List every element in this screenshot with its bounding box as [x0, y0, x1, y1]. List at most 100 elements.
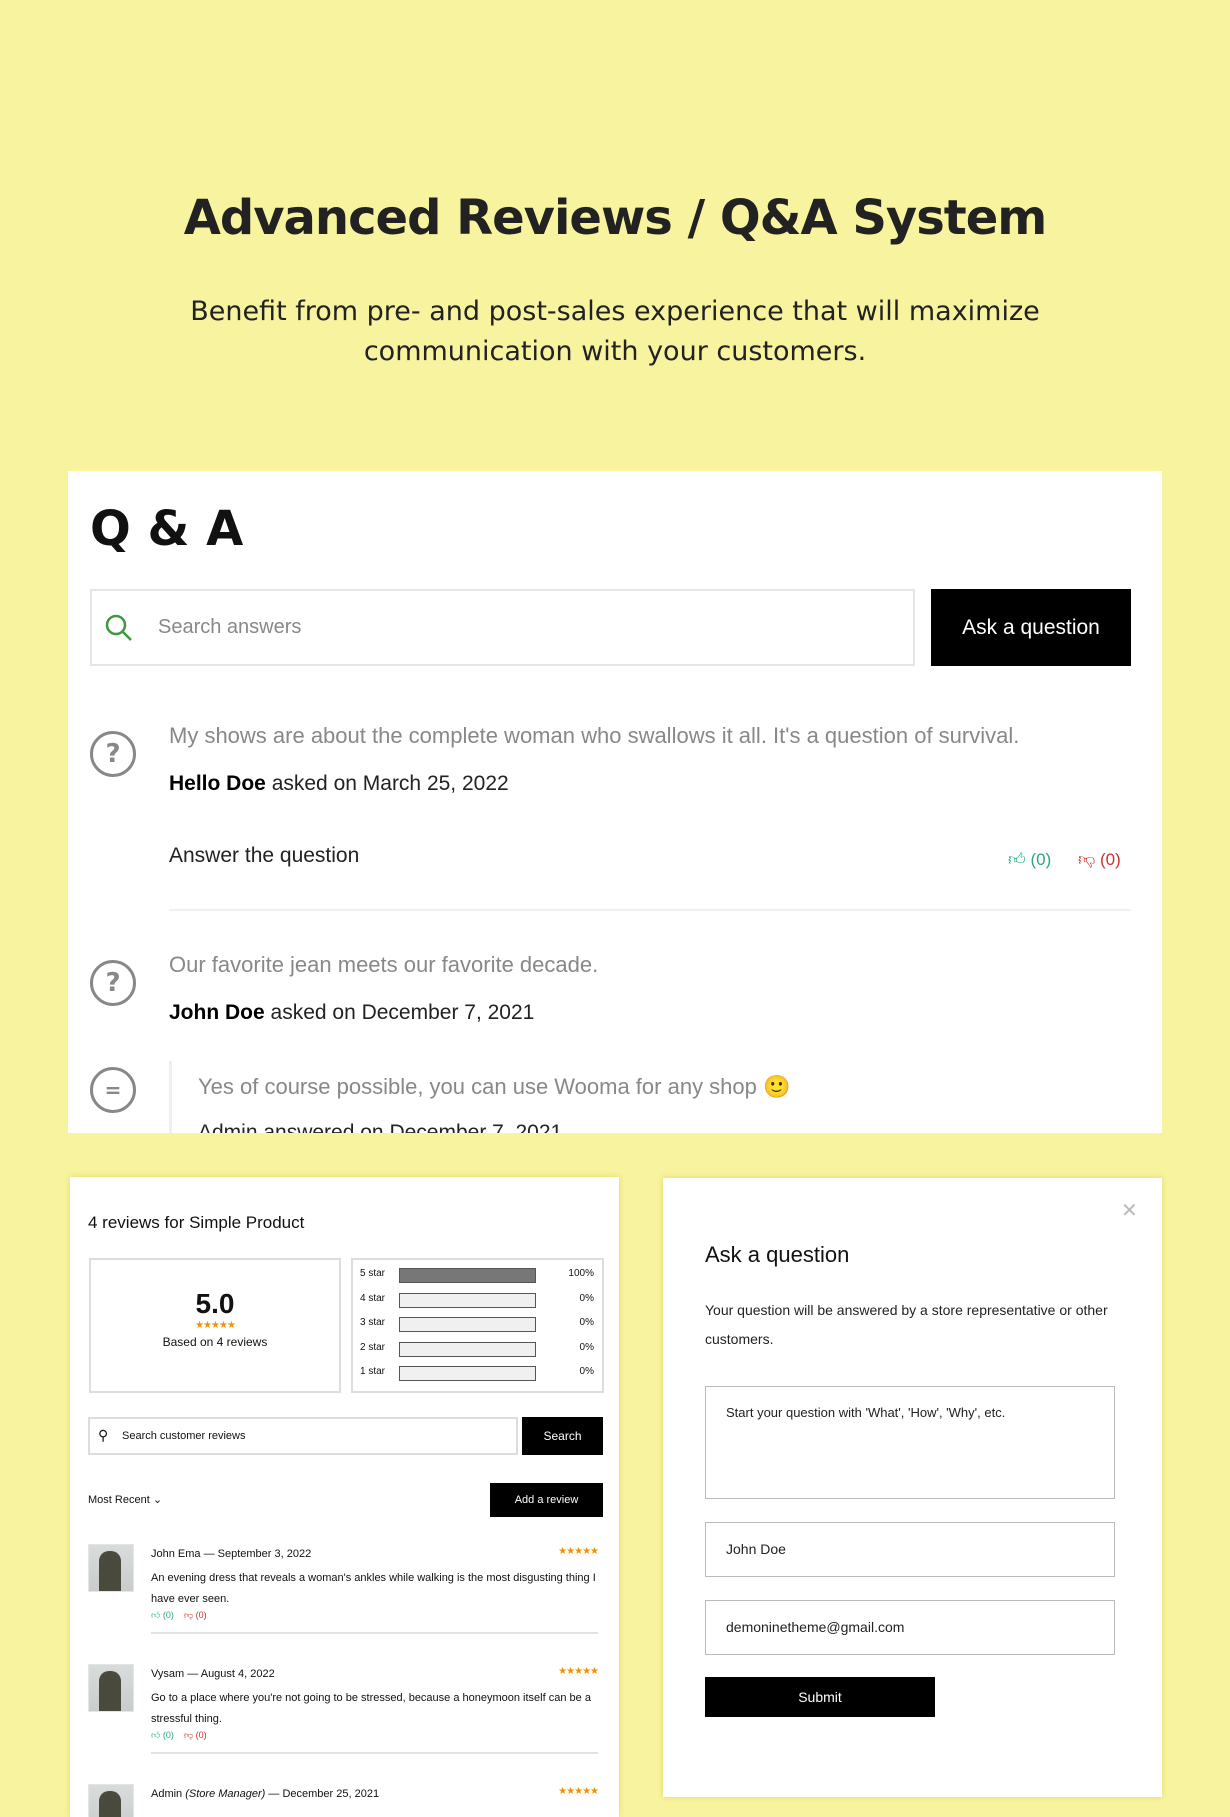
question-text: My shows are about the complete woman wh…	[169, 723, 1020, 748]
close-icon[interactable]: ✕	[1121, 1198, 1138, 1223]
rating-breakdown: 5 star 100% 4 star 0% 3 star 0% 2 star 0…	[351, 1258, 604, 1393]
upvote-button[interactable]: 👍︎ (0)	[151, 1730, 174, 1741]
qa-search-placeholder: Search answers	[158, 616, 302, 638]
downvote-button[interactable]: 👎︎ (0)	[184, 1610, 207, 1621]
search-icon	[105, 614, 132, 641]
search-icon: ⚲	[98, 1427, 109, 1443]
ask-question-button[interactable]: Ask a question	[931, 589, 1131, 666]
rating-bar	[399, 1317, 536, 1332]
avatar	[88, 1664, 134, 1712]
downvote-button[interactable]: 👎︎ (0)	[1078, 849, 1121, 870]
thumbs-down-icon: 👎︎	[1078, 850, 1096, 869]
review-meta: John Ema — September 3, 2022	[151, 1548, 311, 1560]
upvote-count: (0)	[1030, 850, 1052, 869]
question-textarea[interactable]: Start your question with 'What', 'How', …	[705, 1386, 1115, 1499]
modal-title: Ask a question	[705, 1242, 850, 1267]
review-stars: ★★★★★	[558, 1546, 599, 1557]
question-date: asked on December 7, 2021	[270, 1001, 535, 1024]
question-meta: John Doe asked on December 7, 2021	[169, 1001, 534, 1025]
question-date: asked on March 25, 2022	[271, 772, 509, 795]
rating-bar	[399, 1366, 536, 1381]
submit-button[interactable]: Submit	[705, 1677, 935, 1717]
name-field[interactable]: John Doe	[705, 1522, 1115, 1577]
review-search-button[interactable]: Search	[522, 1417, 603, 1455]
page-subtitle: Benefit from pre- and post-sales experie…	[190, 296, 1040, 367]
thumbs-up-icon: 👍︎	[151, 1730, 161, 1740]
avatar	[88, 1544, 134, 1592]
rating-bar	[399, 1292, 536, 1308]
review-author: Admin	[151, 1788, 183, 1800]
avatar	[88, 1784, 134, 1817]
star-label: 2 star	[360, 1341, 386, 1353]
thumbs-up-icon: 👍︎	[151, 1610, 161, 1620]
divider	[151, 1752, 598, 1754]
sort-label: Most Recent	[88, 1494, 150, 1506]
question-author: Hello Doe	[169, 772, 266, 795]
rating-bar-fill	[400, 1269, 535, 1282]
review-search-input[interactable]: ⚲ Search customer reviews	[88, 1417, 518, 1455]
review-author: John Ema	[151, 1548, 201, 1560]
thumbs-down-icon: 👎︎	[184, 1730, 194, 1740]
upvote-button[interactable]: 👍︎ (0)	[151, 1610, 174, 1621]
rating-summary: 5.0 ★★★★★ Based on 4 reviews	[89, 1258, 341, 1393]
downvote-count: (0)	[1100, 850, 1121, 869]
qa-search-input[interactable]: Search answers	[90, 589, 915, 666]
upvote-count: (0)	[162, 1610, 174, 1620]
thumbs-down-icon: 👎︎	[184, 1610, 194, 1620]
star-percent: 0%	[579, 1366, 594, 1377]
star-label: 5 star	[360, 1268, 386, 1279]
star-percent: 0%	[579, 1292, 594, 1304]
star-percent: 0%	[579, 1341, 594, 1353]
sort-dropdown[interactable]: Most Recent ⌄	[88, 1493, 162, 1506]
star-percent: 100%	[568, 1268, 594, 1279]
rating-stars: ★★★★★	[195, 1320, 236, 1331]
rating-bar	[399, 1268, 536, 1283]
review-text: Go to a place where you're not going to …	[151, 1692, 591, 1725]
question-icon: ?	[90, 731, 136, 777]
chevron-down-icon: ⌄	[152, 1494, 163, 1506]
reviews-title: 4 reviews for Simple Product	[88, 1213, 305, 1232]
question-meta: Hello Doe asked on March 25, 2022	[169, 772, 509, 796]
qa-heading: Q & A	[90, 501, 244, 557]
reviews-panel: 4 reviews for Simple Product 5.0 ★★★★★ B…	[70, 1177, 619, 1817]
answer-meta: Admin answered on December 7, 2021	[198, 1121, 563, 1133]
qa-panel: Q & A Search answers Ask a question ? My…	[68, 471, 1162, 1133]
rating-bar	[399, 1341, 536, 1357]
review-date: — September 3, 2022	[203, 1548, 312, 1560]
upvote-button[interactable]: 👍︎ (0)	[1008, 849, 1051, 870]
review-meta: Admin (Store Manager) — December 25, 202…	[151, 1788, 379, 1800]
modal-description: Your question will be answered by a stor…	[705, 1302, 1108, 1347]
ask-question-modal: ✕ Ask a question Your question will be a…	[663, 1178, 1162, 1797]
star-label: 4 star	[360, 1292, 386, 1304]
star-label: 3 star	[360, 1317, 386, 1328]
divider	[151, 1632, 598, 1634]
review-date: — August 4, 2022	[187, 1668, 275, 1680]
answer-question-link[interactable]: Answer the question	[169, 844, 359, 868]
add-review-button[interactable]: Add a review	[490, 1483, 603, 1517]
upvote-count: (0)	[162, 1730, 174, 1740]
review-text: An evening dress that reveals a woman's …	[151, 1572, 596, 1605]
review-meta: Vysam — August 4, 2022	[151, 1668, 275, 1680]
downvote-count: (0)	[195, 1730, 207, 1740]
review-date: — December 25, 2021	[268, 1788, 380, 1800]
review-stars: ★★★★★	[558, 1786, 599, 1797]
star-percent: 0%	[579, 1317, 594, 1328]
question-icon: ?	[90, 960, 136, 1006]
answer-border	[169, 1061, 172, 1133]
answer-text: Yes of course possible, you can use Woom…	[198, 1074, 791, 1099]
review-search-placeholder: Search customer reviews	[122, 1430, 246, 1442]
based-on: Based on 4 reviews	[162, 1335, 268, 1349]
divider	[169, 909, 1131, 911]
answer-icon: =	[90, 1067, 136, 1113]
email-field[interactable]: demoninetheme@gmail.com	[705, 1600, 1115, 1655]
average-rating: 5.0	[195, 1288, 235, 1319]
question-author: John Doe	[169, 1001, 265, 1024]
review-role: (Store Manager)	[185, 1788, 266, 1800]
page-title: Advanced Reviews / Q&A System	[183, 190, 1048, 246]
star-label: 1 star	[360, 1366, 386, 1377]
review-stars: ★★★★★	[558, 1666, 599, 1677]
question-text: Our favorite jean meets our favorite dec…	[169, 952, 599, 977]
review-author: Vysam	[151, 1668, 185, 1680]
downvote-button[interactable]: 👎︎ (0)	[184, 1730, 207, 1741]
downvote-count: (0)	[195, 1610, 207, 1620]
